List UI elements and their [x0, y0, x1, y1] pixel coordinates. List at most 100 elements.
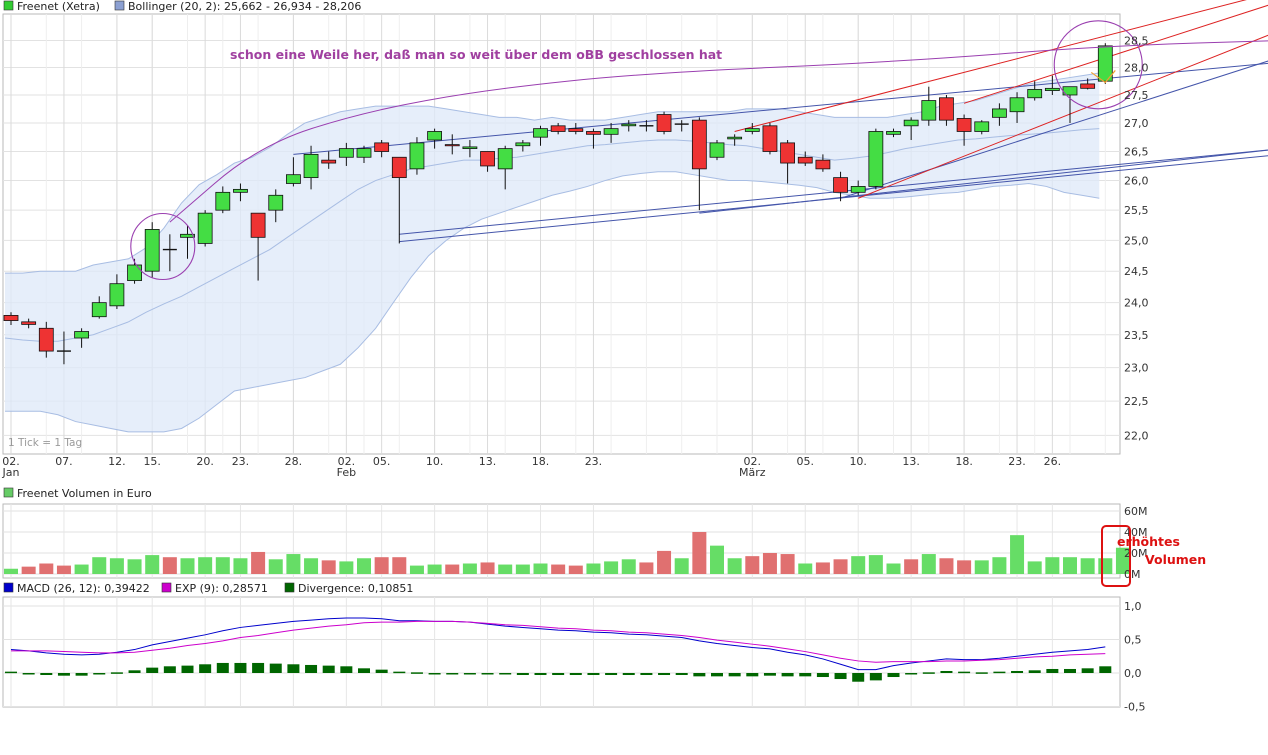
volume-bar	[74, 564, 89, 574]
candle-up	[868, 131, 884, 187]
date-tick-label: 10.	[849, 455, 867, 468]
volume-bar	[339, 561, 354, 574]
volume-bar	[586, 563, 601, 574]
volume-bar	[1063, 557, 1077, 574]
candle-up	[462, 146, 478, 150]
macd-y-axis: 1,0 0,5 0,0 -0,5	[1124, 600, 1145, 714]
date-tick-label: 23.	[585, 455, 603, 468]
divergence-bar	[922, 672, 935, 674]
macd-tick-label: 0,0	[1124, 667, 1142, 680]
volume-bar	[462, 563, 477, 574]
candle-down	[815, 159, 831, 170]
macd-swatch	[3, 582, 14, 593]
month-label: Feb	[337, 466, 356, 479]
divergence-bar	[605, 673, 618, 676]
month-label: Jan	[2, 466, 20, 479]
candle-down	[480, 151, 495, 167]
candle-down	[3, 315, 19, 321]
divergence-bar	[269, 663, 282, 673]
divergence-bar	[410, 672, 423, 674]
date-tick-label: 10.	[426, 455, 444, 468]
candle-up	[992, 108, 1007, 118]
candle-up	[903, 119, 919, 127]
divergence-bar	[358, 668, 370, 673]
candle-up	[268, 194, 284, 211]
divergence-bar	[658, 673, 671, 676]
date-tick-label: 26.	[1044, 455, 1062, 468]
candle-down	[391, 156, 407, 179]
volume-bar	[480, 562, 495, 574]
volume-bar	[833, 559, 848, 574]
divergence-bar	[216, 662, 229, 673]
volume-bar	[4, 568, 18, 574]
date-tick-label: 18.	[532, 455, 550, 468]
candle-up	[850, 186, 866, 193]
divergence-bar	[799, 673, 812, 677]
volume-bar	[974, 560, 989, 574]
candle-up	[921, 100, 937, 121]
divergence-legend-label: Divergence: 0,10851	[298, 582, 413, 595]
candle-down	[568, 128, 584, 132]
candle-up	[427, 131, 443, 141]
price-tick-label: 22,5	[1124, 395, 1149, 408]
divergence-bar	[499, 673, 512, 675]
candle-down	[1080, 83, 1096, 89]
instrument-swatch	[3, 0, 14, 11]
divergence-bar	[763, 673, 776, 676]
divergence-bar	[587, 673, 600, 676]
volume-bar	[109, 558, 124, 574]
volume-bar	[286, 554, 301, 574]
divergence-bar	[816, 673, 829, 678]
volume-bar	[886, 563, 901, 574]
annotation-headline: schon eine Weile her, daß man so weit üb…	[230, 47, 722, 62]
volume-bar	[304, 558, 319, 574]
candle-up	[91, 302, 107, 318]
candle-up	[109, 283, 125, 307]
divergence-bar	[728, 673, 741, 677]
date-tick-label: 13.	[902, 455, 920, 468]
volume-bar	[692, 532, 707, 574]
divergence-bar	[287, 664, 300, 673]
divergence-bar	[446, 673, 459, 675]
price-tick-label: 24,5	[1124, 265, 1149, 278]
volume-bar	[162, 557, 177, 574]
volume-tick-label: 60M	[1124, 505, 1148, 518]
volume-bar	[1098, 558, 1113, 574]
volume-bar	[357, 558, 371, 574]
divergence-bar	[75, 673, 88, 676]
volume-bar	[798, 563, 813, 574]
candle-down	[780, 142, 795, 164]
divergence-bar	[622, 673, 635, 676]
volume-bar	[374, 557, 389, 574]
volume-bar	[674, 558, 689, 574]
divergence-bar	[181, 665, 194, 673]
volume-swatch	[3, 487, 14, 498]
exp-swatch	[161, 582, 172, 593]
divergence-bar	[975, 672, 988, 674]
volume-bar	[657, 550, 672, 574]
candle-up	[603, 128, 619, 135]
divergence-bar	[852, 673, 865, 682]
candle-up	[127, 264, 142, 281]
candle-down	[21, 321, 37, 325]
date-tick-label: 23.	[232, 455, 250, 468]
candle-down	[550, 125, 566, 132]
price-tick-label: 25,0	[1124, 234, 1149, 247]
volume-bar	[868, 555, 883, 574]
divergence-bar	[234, 662, 247, 673]
date-tick-label: 23.	[1008, 455, 1026, 468]
candle-up	[409, 142, 425, 170]
divergence-bar	[1099, 666, 1112, 673]
macd-tick-label: 1,0	[1124, 600, 1142, 613]
volume-bar	[957, 560, 972, 574]
volume-bar	[39, 563, 54, 574]
divergence-bar	[428, 673, 441, 675]
divergence-bar	[640, 673, 653, 676]
candle-down	[956, 118, 972, 132]
candle-up	[727, 136, 743, 140]
divergence-bar	[22, 673, 35, 675]
date-x-axis: 02. 07. 12. 15. 20. 23. 28. 02. 05. 10. 13. 18. 23. 0…	[2, 455, 1062, 479]
instrument-legend: Freenet (Xetra)	[17, 0, 100, 13]
candle-up	[497, 148, 513, 170]
chart-stage: 28,5 28,0 27,5 27,0 26,5 26,0 25,5 25,0 24,5 24,0…	[0, 0, 1268, 751]
